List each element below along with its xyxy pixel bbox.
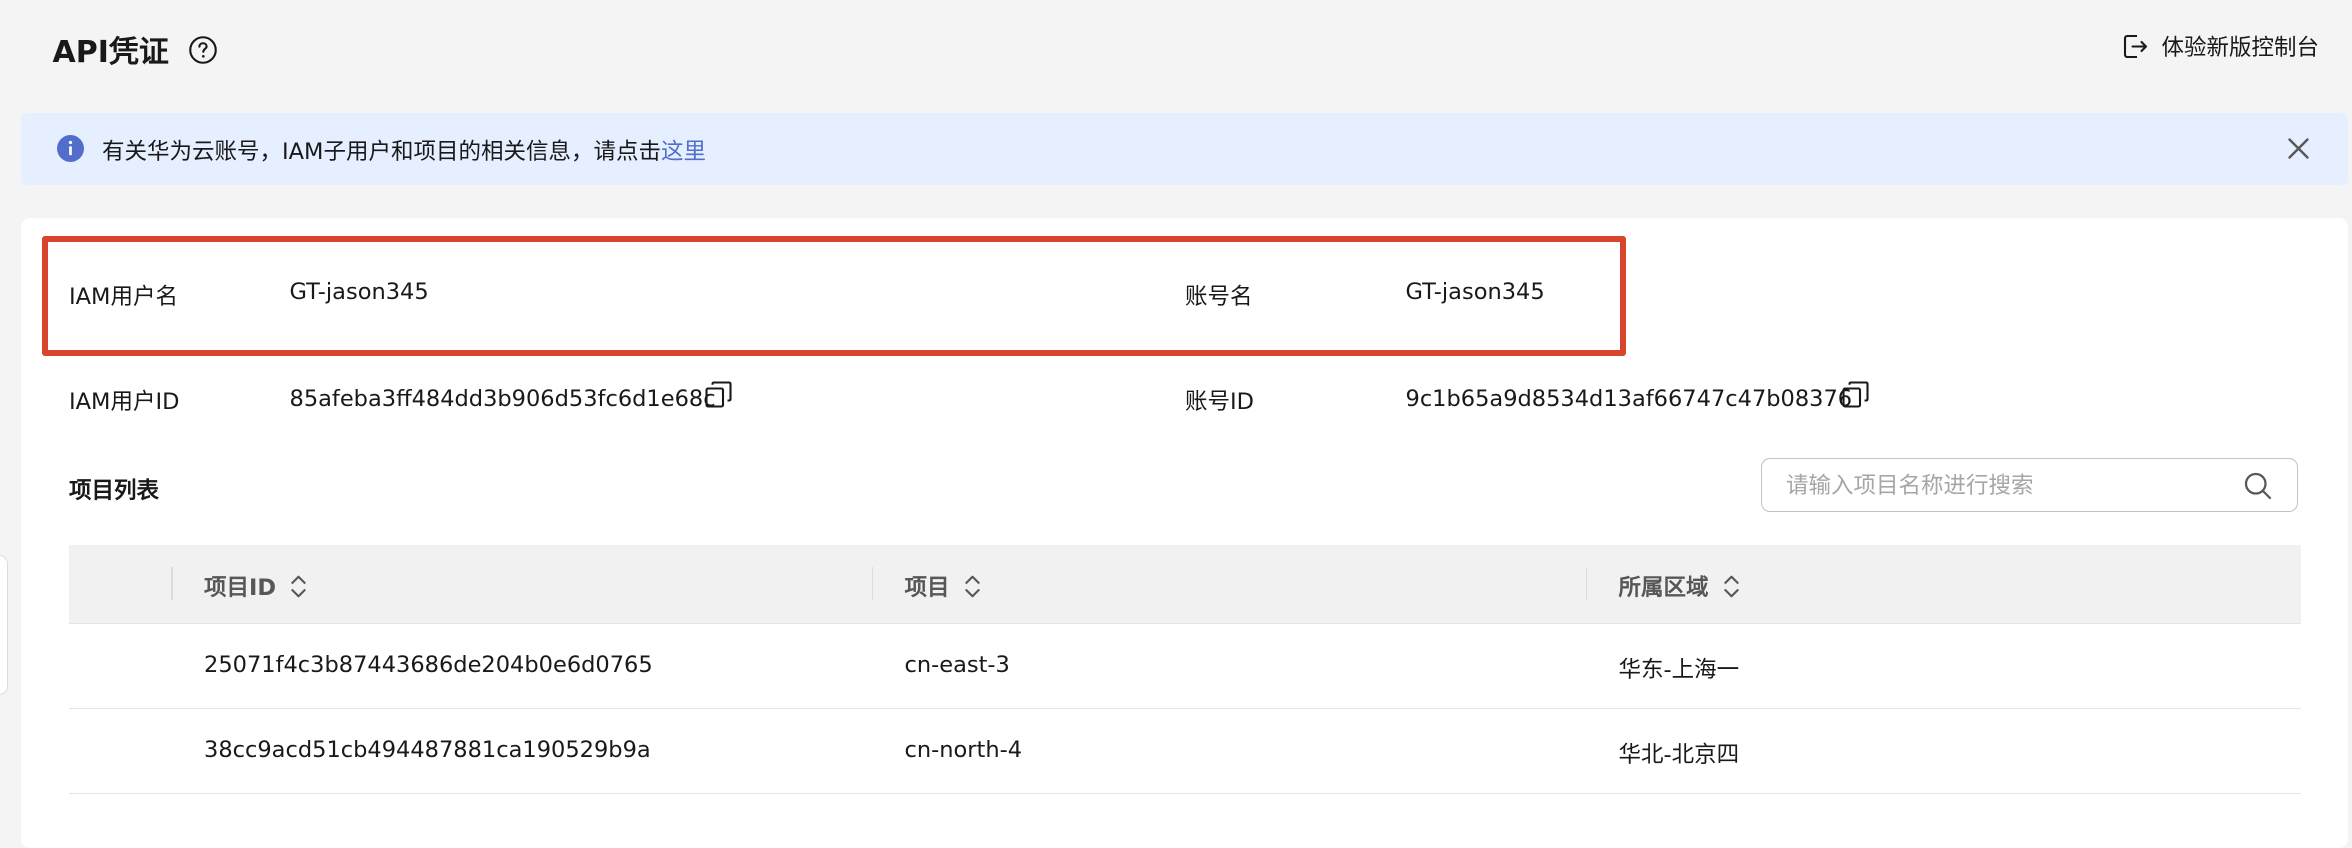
account-name-value: GT-jason345 [1405, 279, 1545, 305]
region-cell: 华北-北京四 [1618, 742, 1740, 768]
column-header-project[interactable]: 项目 [905, 570, 983, 602]
project-list-title: 项目列表 [69, 477, 160, 504]
project-name-cell: cn-east-3 [904, 652, 1010, 678]
column-header-region[interactable]: 所属区域 [1619, 570, 1742, 602]
sort-icon[interactable] [288, 573, 309, 600]
info-notice: 有关华为云账号，IAM子用户和项目的相关信息，请点击这里 [21, 112, 2348, 185]
project-search[interactable] [1761, 457, 2298, 512]
sort-icon[interactable] [962, 573, 983, 600]
page-header: API凭证 体验新版控制台 [0, 0, 2352, 99]
column-divider [871, 567, 873, 600]
try-new-console-link[interactable]: 体验新版控制台 [2122, 30, 2319, 62]
column-divider [171, 567, 173, 600]
project-search-input[interactable] [1783, 469, 2239, 502]
side-collapse-handle[interactable] [0, 555, 8, 695]
exit-icon [2124, 34, 2148, 58]
column-header-project-id[interactable]: 项目ID [204, 570, 309, 602]
try-new-console-label: 体验新版控制台 [2161, 35, 2319, 61]
iam-username-value: GT-jason345 [289, 279, 429, 305]
column-header-label: 所属区域 [1618, 575, 1709, 601]
column-header-label: 项目ID [204, 575, 277, 601]
iam-user-id-value: 85afeba3ff484dd3b906d53fc6d1e68c [289, 385, 716, 412]
account-id-value: 9c1b65a9d8534d13af66747c47b08376 [1405, 385, 1853, 412]
notice-message: 有关华为云账号，IAM子用户和项目的相关信息，请点击 [102, 138, 661, 165]
page-title: API凭证 [52, 35, 169, 70]
table-row: 38cc9acd51cb494487881ca190529b9a cn-nort… [69, 709, 2301, 794]
info-icon [57, 135, 84, 162]
project-id-cell: 25071f4c3b87443686de204b0e6d0765 [204, 652, 653, 678]
sort-icon[interactable] [1721, 573, 1742, 600]
notice-link[interactable]: 这里 [661, 139, 706, 165]
close-icon[interactable] [2285, 135, 2312, 162]
column-header-label: 项目 [904, 575, 950, 601]
project-table: 项目ID 项目 所属区域 25071f4c3b87443686de204b0e6… [69, 544, 2301, 794]
copy-icon[interactable] [705, 381, 732, 408]
search-icon[interactable] [2243, 471, 2273, 501]
iam-username-label: IAM用户名 [69, 284, 178, 310]
account-id-label: 账号ID [1185, 389, 1254, 415]
account-name-label: 账号名 [1185, 284, 1253, 310]
iam-user-id-label: IAM用户ID [69, 389, 180, 415]
highlight-box [42, 235, 1626, 356]
region-cell: 华东-上海一 [1618, 657, 1740, 683]
help-icon[interactable] [188, 35, 218, 65]
table-row: 25071f4c3b87443686de204b0e6d0765 cn-east… [69, 624, 2301, 709]
project-name-cell: cn-north-4 [904, 737, 1023, 763]
copy-icon[interactable] [1842, 381, 1869, 408]
notice-text: 有关华为云账号，IAM子用户和项目的相关信息，请点击这里 [102, 134, 706, 166]
column-divider [1585, 567, 1587, 600]
table-header: 项目ID 项目 所属区域 [69, 544, 2301, 624]
project-id-cell: 38cc9acd51cb494487881ca190529b9a [204, 737, 651, 763]
